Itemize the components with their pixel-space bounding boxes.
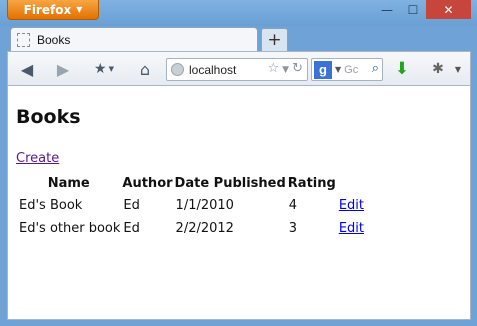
page-favicon-icon xyxy=(17,33,30,47)
minimize-button[interactable]: — xyxy=(374,0,400,19)
firefox-menu-label: Firefox xyxy=(23,2,72,17)
forward-button[interactable]: ▶ xyxy=(52,58,74,80)
book-date-published: 1/1/2010 xyxy=(175,198,234,213)
book-rating: 4 xyxy=(288,198,298,213)
bug-icon: ✱ xyxy=(432,61,444,77)
edit-link[interactable]: Edit xyxy=(339,198,364,213)
url-text: localhost xyxy=(189,62,237,77)
download-arrow-icon: ⬇ xyxy=(394,59,410,79)
book-author: Ed xyxy=(123,221,140,236)
page-title: Books xyxy=(16,106,81,128)
book-date-published: 2/2/2012 xyxy=(175,221,234,236)
tab-title: Books xyxy=(37,33,71,47)
column-header-date-published: Date Published xyxy=(174,175,286,191)
book-name: Ed's Book xyxy=(19,198,83,213)
address-bar[interactable]: localhost ☆ ▼ ↻ xyxy=(166,58,308,81)
plus-icon: + xyxy=(267,30,282,50)
table-row: Ed's other book Ed 2/2/2012 3 Edit xyxy=(16,217,365,240)
new-tab-button[interactable]: + xyxy=(261,28,288,51)
home-icon: ⌂ xyxy=(139,59,151,79)
home-button[interactable]: ⌂ xyxy=(135,58,155,80)
downloads-button[interactable]: ⬇ xyxy=(392,58,412,80)
books-table: Name Author Date Published Rating Ed's B… xyxy=(16,172,365,240)
bookmark-star-icon: ★ xyxy=(94,61,107,77)
toolbar-menu-button[interactable]: ▼ xyxy=(451,58,465,80)
browser-window: Firefox ▼ — ☐ ✕ Books + ◀ ▶ ★ ▼ ⌂ localh… xyxy=(0,0,477,326)
bookmarks-button[interactable]: ★ ▼ xyxy=(88,58,120,80)
table-row: Ed's Book Ed 1/1/2010 4 Edit xyxy=(16,194,365,217)
firefox-menu-button[interactable]: Firefox ▼ xyxy=(7,0,99,20)
book-rating: 3 xyxy=(288,221,298,236)
reload-icon[interactable]: ↻ xyxy=(292,61,303,79)
book-name: Ed's other book xyxy=(19,221,121,236)
column-header-actions xyxy=(337,172,365,194)
chevron-down-icon: ▼ xyxy=(335,65,342,74)
globe-icon xyxy=(171,63,184,76)
maximize-button[interactable]: ☐ xyxy=(400,0,426,19)
page-content: Books Create Name Author Date Published … xyxy=(7,86,471,320)
table-header-row: Name Author Date Published Rating xyxy=(16,172,365,194)
book-author: Ed xyxy=(123,198,140,213)
minimize-icon: — xyxy=(381,2,393,17)
create-link[interactable]: Create xyxy=(16,151,59,166)
column-header-rating: Rating xyxy=(287,175,336,191)
chevron-down-icon: ▼ xyxy=(454,64,462,74)
navigation-toolbar: ◀ ▶ ★ ▼ ⌂ localhost ☆ ▼ ↻ g ▼ Gc ⌕ ⬇ ✱ ▼ xyxy=(7,51,471,86)
column-header-name: Name xyxy=(47,175,90,191)
arrow-right-icon: ▶ xyxy=(56,59,70,79)
extension-button[interactable]: ✱ xyxy=(428,58,448,80)
bookmark-star-outline-icon[interactable]: ☆ xyxy=(268,61,280,79)
arrow-left-icon: ◀ xyxy=(20,59,34,79)
search-icon[interactable]: ⌕ xyxy=(372,61,379,76)
history-dropdown-icon[interactable]: ▼ xyxy=(282,61,289,79)
search-engine-icon[interactable]: g xyxy=(314,60,332,79)
close-button[interactable]: ✕ xyxy=(426,0,471,19)
maximize-icon: ☐ xyxy=(407,2,419,17)
close-icon: ✕ xyxy=(443,2,454,17)
tab-books[interactable]: Books xyxy=(10,27,258,52)
edit-link[interactable]: Edit xyxy=(339,221,364,236)
column-header-author: Author xyxy=(122,175,173,191)
back-button[interactable]: ◀ xyxy=(16,58,38,80)
chevron-down-icon: ▼ xyxy=(76,5,83,14)
chevron-down-icon: ▼ xyxy=(108,65,114,73)
search-placeholder: Gc xyxy=(344,63,359,76)
search-bar[interactable]: g ▼ Gc ⌕ xyxy=(311,58,383,81)
